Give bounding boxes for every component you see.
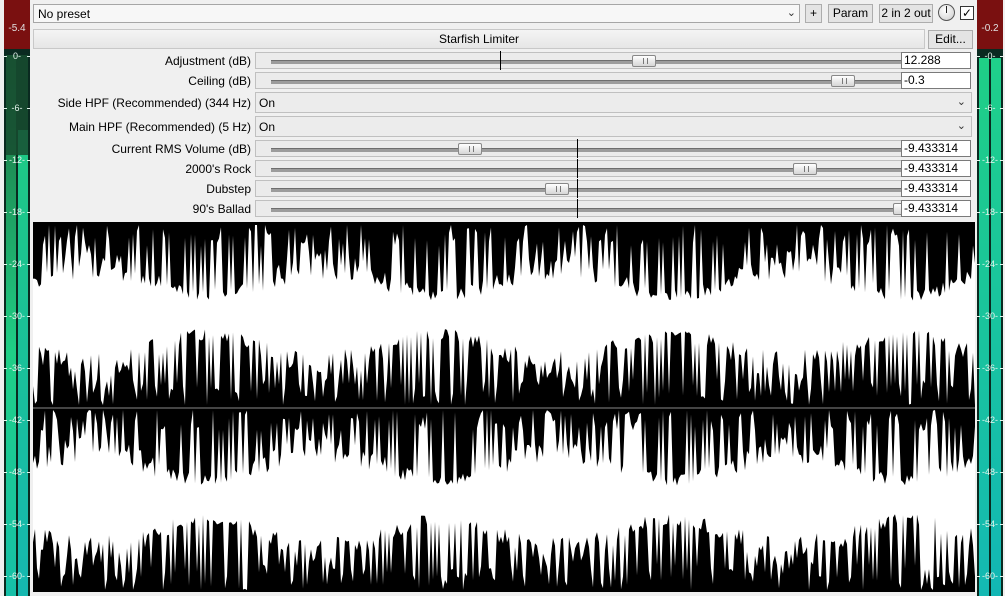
right-meter-channel-2 [991,58,1001,596]
param-label: Adjustment (dB) [164,54,251,68]
slider-zero-mark [577,179,578,198]
preset-value: No preset [38,7,91,21]
meter-scale-label: -60- [977,571,1003,581]
meter-scale-label: -0- [977,51,1003,61]
meter-scale-label: -12- [977,155,1003,165]
meter-scale-label: -48- [4,467,30,477]
dropdown-value: On [259,96,276,110]
meter-scale-label: -6- [4,103,30,113]
param-row-side-hpf: Side HPF (Recommended) (344 Hz) On ⌄ [33,92,977,114]
left-level-meter: -5.4 0- -6- -12- -18- -24- -30- -36- -42- -48- -5… [4,0,30,596]
current-rms-slider[interactable] [255,139,931,158]
dubstep-value-field[interactable]: -9.433314 [901,180,971,197]
meter-scale-label: -36- [4,363,30,373]
dropdown-value: On [259,120,276,134]
param-label: Main HPF (Recommended) (5 Hz) [68,120,251,134]
left-peak-readout[interactable]: -5.4 [4,0,30,49]
param-row-ceiling: Ceiling (dB) -0.3 [33,71,977,91]
meter-scale-label: -18- [977,207,1003,217]
add-preset-button[interactable]: + [805,4,822,23]
param-row-90s-ballad: 90's Ballad -9.433314 [33,199,977,219]
param-label: 90's Ballad [192,202,251,216]
90s-ballad-value-field[interactable]: -9.433314 [901,200,971,217]
preset-dropdown[interactable]: No preset ⌄ [33,4,800,23]
side-hpf-dropdown[interactable]: On ⌄ [255,92,972,113]
meter-scale-label: -42- [4,415,30,425]
param-row-current-rms: Current RMS Volume (dB) -9.433314 [33,139,977,159]
param-button[interactable]: Param [828,4,873,23]
slider-thumb[interactable] [544,183,569,195]
meter-scale-label: -42- [977,415,1003,425]
param-row-main-hpf: Main HPF (Recommended) (5 Hz) On ⌄ [33,116,977,138]
meter-scale-label: -24- [977,259,1003,269]
param-label: Dubstep [206,182,251,196]
param-label: 2000's Rock [185,162,251,176]
current-rms-value-field[interactable]: -9.433314 [901,140,971,157]
meter-scale-label: -54- [4,519,30,529]
dubstep-slider[interactable] [255,179,931,198]
wet-dry-knob-icon[interactable] [938,4,955,21]
meter-scale-label: -18- [4,207,30,217]
meter-scale-label: -24- [4,259,30,269]
meter-scale-label: -6- [977,103,1003,113]
2000s-rock-value-field[interactable]: -9.433314 [901,160,971,177]
right-meter-channel-1 [979,58,989,596]
meter-scale-label: -30- [4,311,30,321]
meter-scale-label: -60- [4,571,30,581]
meter-scale-label: -54- [977,519,1003,529]
param-row-dubstep: Dubstep -9.433314 [33,179,977,199]
bypass-checkbox[interactable]: ✓ [960,6,974,20]
slider-thumb[interactable] [830,75,855,87]
chevron-down-icon: ⌄ [956,120,966,132]
slider-zero-mark [577,139,578,158]
param-label: Current RMS Volume (dB) [111,142,251,156]
slider-zero-mark [500,51,501,70]
adjustment-value-field[interactable]: 12.288 [901,52,971,69]
edit-button[interactable]: Edit... [928,30,973,49]
90s-ballad-slider[interactable] [255,199,931,218]
meter-scale-label: -36- [977,363,1003,373]
right-level-meter: -0.2 -0- -6- -12- -18- -24- -30- -36- -42- -48- -… [977,0,1003,596]
param-label: Side HPF (Recommended) (344 Hz) [57,96,251,110]
2000s-rock-slider[interactable] [255,159,931,178]
slider-zero-mark [577,199,578,218]
meter-scale-label: -48- [977,467,1003,477]
right-peak-readout[interactable]: -0.2 [977,0,1003,49]
chevron-down-icon: ⌄ [956,96,966,108]
slider-zero-mark [577,159,578,178]
ceiling-slider[interactable] [255,72,931,89]
chevron-down-icon: ⌄ [786,7,796,19]
meter-scale-label: 0- [4,51,30,61]
plugin-title: Starfish Limiter [33,29,925,49]
io-routing-button[interactable]: 2 in 2 out [879,4,933,23]
adjustment-slider[interactable] [255,51,931,70]
meter-scale-label: -12- [4,155,30,165]
param-label: Ceiling (dB) [188,74,251,88]
slider-thumb[interactable] [457,143,482,155]
waveform-display [33,222,975,592]
slider-thumb[interactable] [793,163,818,175]
param-row-adjustment: Adjustment (dB) 12.288 [33,51,977,71]
main-hpf-dropdown[interactable]: On ⌄ [255,116,972,137]
meter-scale-label: -30- [977,311,1003,321]
waveform-graph [33,225,975,590]
ceiling-value-field[interactable]: -0.3 [901,72,971,89]
slider-thumb[interactable] [631,55,656,67]
param-row-2000s-rock: 2000's Rock -9.433314 [33,159,977,179]
